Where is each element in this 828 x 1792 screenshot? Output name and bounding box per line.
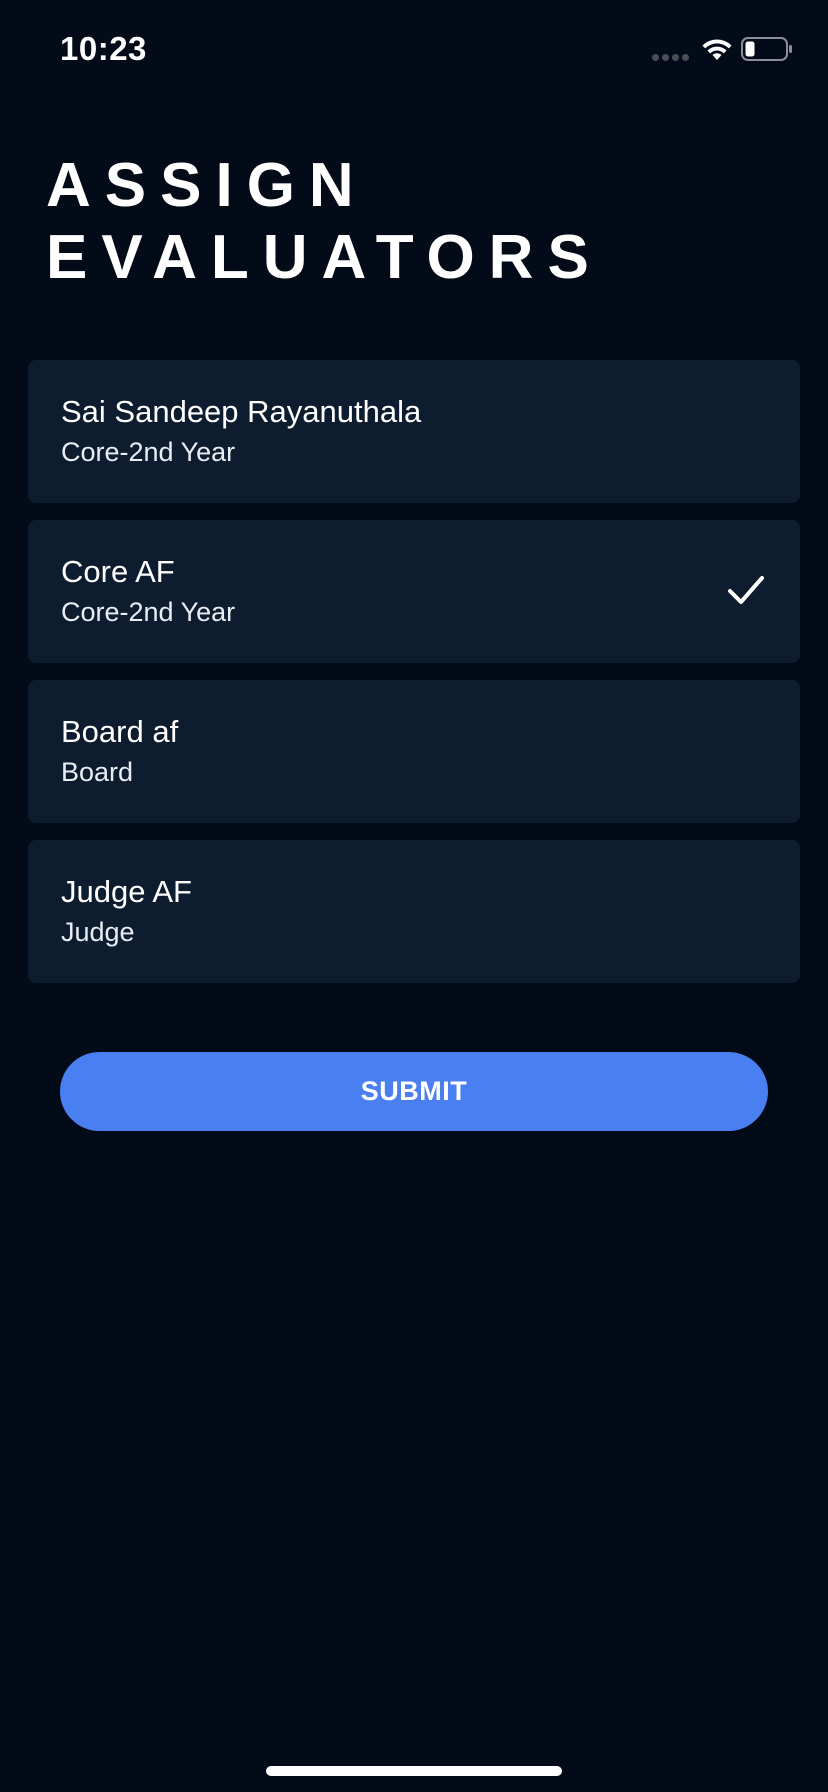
evaluator-name: Sai Sandeep Rayanuthala	[61, 394, 422, 429]
evaluator-list: Sai Sandeep Rayanuthala Core-2nd Year Co…	[28, 360, 800, 1000]
evaluator-role: Core-2nd Year	[61, 597, 236, 627]
evaluator-role: Judge	[61, 917, 135, 947]
status-bar: 10:23	[0, 0, 828, 100]
checkmark-icon	[728, 576, 764, 604]
evaluator-item-sai-sandeep-rayanuthala[interactable]: Sai Sandeep Rayanuthala Core-2nd Year	[28, 360, 800, 503]
evaluator-item-core-af[interactable]: Core AF Core-2nd Year	[28, 520, 800, 663]
battery-icon	[741, 37, 792, 61]
wifi-icon	[702, 39, 732, 60]
evaluator-name: Judge AF	[61, 874, 192, 909]
signal-dots-icon	[652, 54, 689, 61]
submit-button[interactable]: SUBMIT	[60, 1052, 768, 1131]
status-time: 10:23	[60, 30, 147, 67]
page-title-line-2: EVALUATORS	[46, 223, 603, 292]
evaluator-item-judge-af[interactable]: Judge AF Judge	[28, 840, 800, 983]
evaluator-item-board-af[interactable]: Board af Board	[28, 680, 800, 823]
evaluator-role: Board	[61, 757, 134, 787]
evaluator-role: Core-2nd Year	[61, 437, 236, 467]
page-title-line-1: ASSIGN	[46, 151, 368, 220]
page-title: ASSIGN EVALUATORS	[46, 150, 786, 294]
evaluator-name: Board af	[61, 714, 179, 749]
evaluator-name: Core AF	[61, 554, 175, 589]
home-indicator[interactable]	[266, 1766, 562, 1776]
